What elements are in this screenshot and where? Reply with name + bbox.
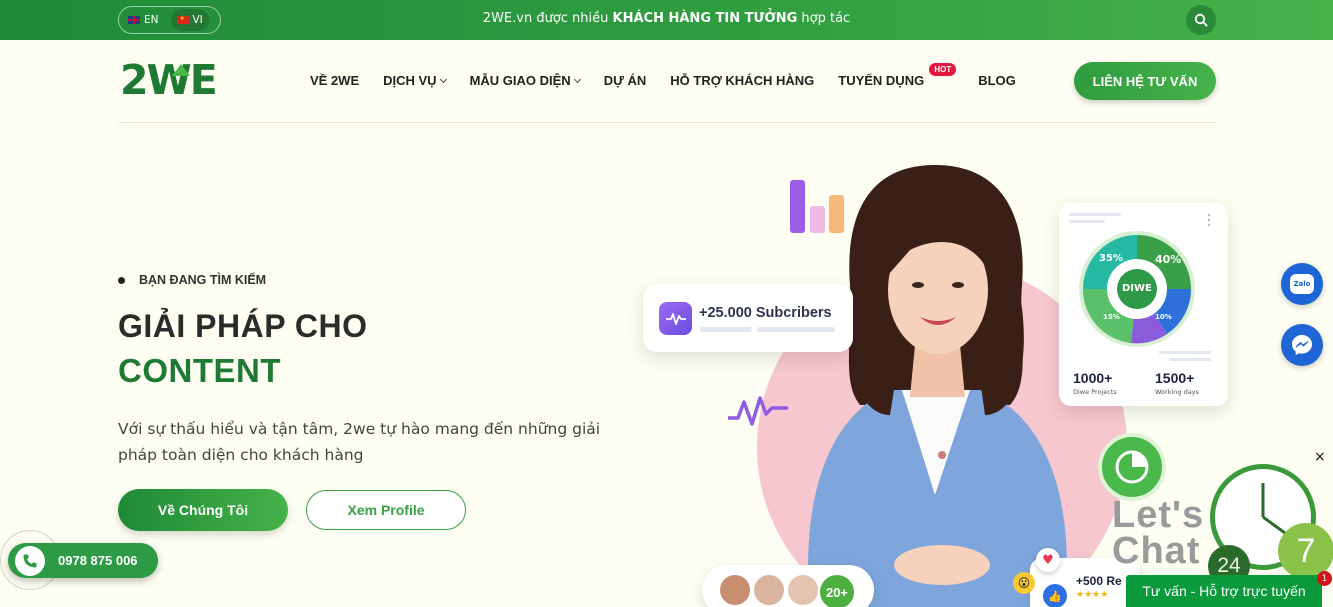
avatar <box>752 573 786 607</box>
nav-label: DỊCH VỤ <box>383 73 437 88</box>
chevron-down-icon <box>573 75 581 83</box>
nav-label: MẪU GIAO DIỆN <box>469 73 571 88</box>
stat-pct-d: 10% <box>1155 313 1172 321</box>
hot-badge: HOT <box>929 63 957 76</box>
top-message-suffix: hợp tác <box>797 11 851 26</box>
nav-item-about[interactable]: VỀ 2WE <box>310 73 359 88</box>
search-icon <box>1194 13 1208 27</box>
stat-pct-c: 15% <box>1103 313 1120 321</box>
chat-text: Chat <box>1112 530 1201 572</box>
top-message: 2WE.vn được nhiều KHÁCH HÀNG TIN TƯỞNG h… <box>0 11 1333 26</box>
hero-title-line2: CONTENT <box>118 352 281 389</box>
top-bar: EN VI 2WE.vn được nhiều KHÁCH HÀNG TIN T… <box>0 0 1333 40</box>
logo-arrow-icon <box>172 64 190 76</box>
nav-item-support[interactable]: HỖ TRỢ KHÁCH HÀNG <box>670 73 814 88</box>
star-rating-icon: ★★★★ <box>1076 590 1109 600</box>
days-number: 1500+ <box>1155 370 1195 386</box>
placeholder-line <box>700 327 752 332</box>
nav-label: HỖ TRỢ KHÁCH HÀNG <box>670 73 815 88</box>
lets-text: Let's <box>1112 494 1205 536</box>
live-chat-bar[interactable]: Tư vấn - Hỗ trợ trực tuyến <box>1126 575 1322 607</box>
messenger-button[interactable] <box>1281 324 1323 366</box>
bullet-dot-icon <box>118 276 125 284</box>
phone-call-button[interactable]: 0978 875 006 <box>8 543 158 578</box>
chevron-down-icon <box>439 75 447 83</box>
hero-eyebrow: BẠN ĐANG TÌM KIẾM <box>118 273 266 287</box>
stat-pct-a: 35% <box>1099 253 1123 264</box>
nav-label: DỰ ÁN <box>603 73 647 88</box>
nav-label: BLOG <box>978 73 1016 88</box>
donut-center-logo: DIWE <box>1122 283 1152 294</box>
projects-number: 1000+ <box>1073 370 1113 386</box>
nav-item-services[interactable]: DỊCH VỤ <box>383 73 447 88</box>
close-chat-icon[interactable]: × <box>1314 449 1326 465</box>
contact-cta-button[interactable]: LIÊN HỆ TƯ VẤN <box>1074 62 1216 100</box>
main-nav: VỀ 2WE DỊCH VỤ MẪU GIAO DIỆN DỰ ÁN HỖ TR… <box>310 63 1040 88</box>
avatar <box>718 573 752 607</box>
nav-item-templates[interactable]: MẪU GIAO DIỆN <box>469 73 581 88</box>
nav-label: TUYỂN DỤNG <box>838 73 925 88</box>
reviews-count: +500 Re <box>1076 574 1122 588</box>
avatars-card: 20+ <box>702 565 874 607</box>
nav-item-careers[interactable]: TUYỂN DỤNG HOT <box>838 63 957 88</box>
thumbs-up-icon: 👍 <box>1043 584 1067 607</box>
hero-title-line1: GIẢI PHÁP CHO <box>118 308 368 344</box>
view-profile-button[interactable]: Xem Profile <box>306 490 466 530</box>
chat-notification-badge: 1 <box>1317 571 1332 586</box>
heart-icon: ♥ <box>1036 548 1060 572</box>
days-label: Working days <box>1155 388 1199 396</box>
hero-description: Với sự thấu hiểu và tận tâm, 2we tự hào … <box>118 420 601 464</box>
top-message-prefix: 2WE.vn được nhiều <box>482 11 613 26</box>
projects-label: Diwe Projects <box>1073 388 1117 396</box>
pie-clock-icon <box>1098 433 1166 501</box>
phone-icon <box>15 545 45 576</box>
stat-pct-b: 40% <box>1155 253 1182 266</box>
activity-icon <box>659 302 692 335</box>
pulse-wave-icon <box>728 396 788 426</box>
avatars-more-badge: 20+ <box>820 575 854 607</box>
search-button[interactable] <box>1186 5 1216 35</box>
hero-eyebrow-text: BẠN ĐANG TÌM KIẾM <box>139 273 267 287</box>
wow-reaction-icon: 😮 <box>1013 572 1035 594</box>
about-us-button[interactable]: Về Chúng Tôi <box>118 489 288 531</box>
site-logo[interactable]: 2WE <box>120 58 218 102</box>
phone-number: 0978 875 006 <box>58 553 138 568</box>
hero-person-image <box>808 165 1067 607</box>
zalo-button[interactable]: Zalo <box>1281 263 1323 305</box>
subscribers-count: +25.000 Subcribers <box>699 305 832 321</box>
nav-label: VỀ 2WE <box>310 73 360 88</box>
stats-card: DIWE 35% 40% 15% 10% 1000+ Diwe Projects… <box>1059 203 1228 406</box>
messenger-icon <box>1292 335 1312 355</box>
top-message-bold: KHÁCH HÀNG TIN TƯỞNG <box>612 11 798 26</box>
header-divider <box>118 122 1216 123</box>
zalo-icon: Zalo <box>1290 274 1314 294</box>
avatar <box>786 573 820 607</box>
lets-chat-heading: Let's Chat <box>1112 494 1205 572</box>
placeholder-line <box>757 327 835 332</box>
nav-item-projects[interactable]: DỰ ÁN <box>604 73 647 88</box>
nav-item-blog[interactable]: BLOG <box>978 73 1016 88</box>
subscribers-card: +25.000 Subcribers <box>643 284 853 352</box>
